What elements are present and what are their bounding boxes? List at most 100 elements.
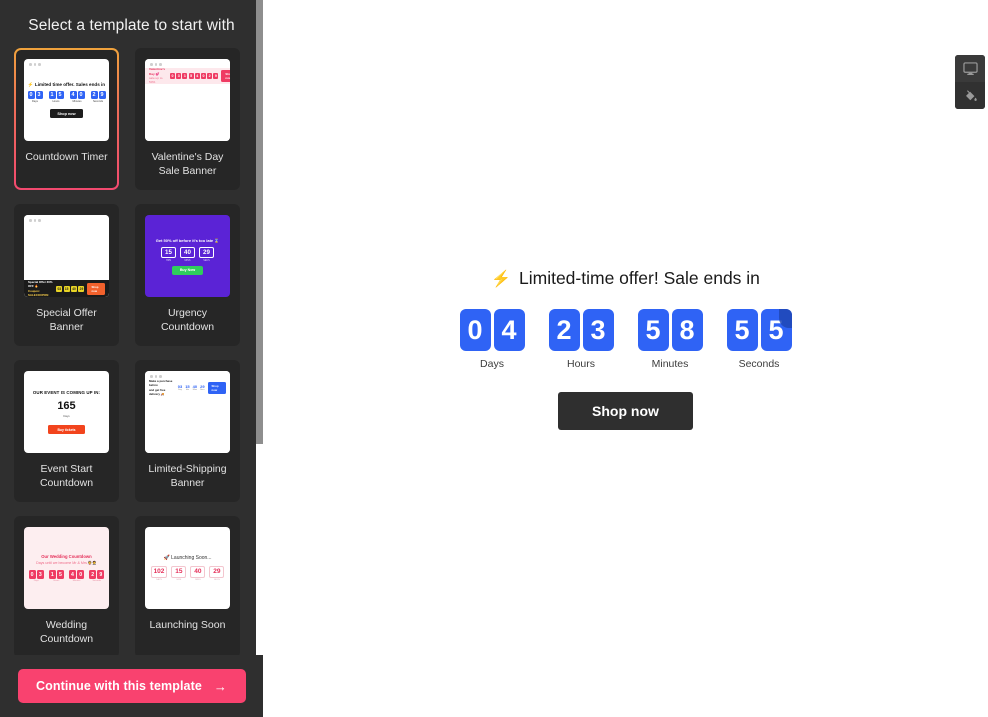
unit-label: MINS [184,258,191,262]
digit-tile: 3 [582,309,614,351]
digit-tile: 29 [199,246,214,258]
template-thumbnail: 🚀 Launching Soon... 102 DAYS 15 HRS 40 MINS 29 S… [145,527,230,609]
lightning-bolt-icon: ⚡ [27,82,34,87]
digit-tile: 29 [209,565,225,578]
digit-group: 55 [726,309,792,351]
template-card[interactable]: Valentine's Day 💕 sale up to 50% 0 3 1 5 4 0 2 9 S… [135,48,240,190]
template-card[interactable]: 🚀 Launching Soon... 102 DAYS 15 HRS 40 MINS 29 S… [135,516,240,658]
digit-tile: 9 [97,570,105,579]
unit-label: HRS [176,579,182,582]
template-label: Wedding Countdown [39,619,94,645]
digit-tile: 2 [90,91,98,99]
digit-tile: 40 [71,285,78,292]
digit-tile: 4 [194,73,200,79]
browser-dots-icon [150,63,162,66]
thumb-unit: 29 SECS [209,565,225,582]
preview-headline-text: Limited-time offer! Sale ends in [519,268,760,288]
digit-tile: 0 [200,73,206,79]
digit-tile: 5 [57,570,64,579]
unit-label: Days [33,579,39,582]
thumb-unit: 1 5 Hours [48,570,64,582]
digit-tile: 0 [27,91,35,99]
unit-label: Minutes [72,579,81,582]
digit-tile: 0 [28,570,36,579]
thumb-cta-button: Shop now [87,282,105,295]
digit-group: 58 [637,309,703,351]
template-thumbnail: Get 50% off before it's too late ⌛ 15 HRS 4… [145,215,230,297]
template-list[interactable]: ⚡ Limited time offer. Sales ends in 0 3 Day… [0,48,263,658]
digit-tile: 40 [190,565,206,578]
unit-label: Secs [200,389,205,391]
template-card[interactable]: Make a purchase before and get free deliv… [135,360,240,502]
thumb-headline: OUR EVENT IS COMING UP IN: [32,390,101,395]
unit-label: Seconds [738,358,780,370]
countdown-unit-minutes: 5 8 Minutes [637,309,703,370]
countdown-unit-days: 0 4 Days [459,309,525,370]
thumb-unit: 29 SECS [199,246,214,262]
digit-tile: 5 [637,309,669,351]
canvas-toolbar [955,55,985,109]
countdown-unit-hours: 2 3 Hours [548,309,614,370]
thumb-unit: 2 9 Seconds [90,91,106,103]
lightning-bolt-icon: ⚡ [491,270,511,288]
browser-dots-icon [150,375,162,378]
sidebar-scrollbar-thumb[interactable] [256,0,263,444]
thumb-cta-button: Shop now [207,381,226,394]
template-thumbnail: Make a purchase before and get free deliv… [145,371,230,453]
digit-tile: 0 [77,570,85,579]
shop-now-button[interactable]: Shop now [558,392,693,430]
digit-tile: 15 [63,285,70,292]
thumb-unit: 40 MINS [180,246,195,262]
thumb-cta-button: Shop now [221,70,230,82]
fill-color-button[interactable] [955,82,985,109]
continue-button-label: Continue with this template [35,679,202,693]
thumb-headline: 🚀 Launching Soon... [163,554,212,561]
thumb-unit: 1 5 Hours [48,91,64,103]
unit-label: Days [32,100,38,103]
template-card[interactable]: Get 50% off before it's too late ⌛ 15 HRS 4… [135,204,240,346]
unit-label: Minutes [72,100,82,103]
unit-label: Days [63,414,70,418]
thumb-unit: 0 3 Days [27,91,43,103]
thumb-unit: 2 9 Seconds [89,570,105,582]
thumb-unit: 15 HRS [171,565,187,582]
template-label: Event Start Countdown [39,463,94,489]
digit-tile: 9 [213,73,219,79]
template-thumbnail: ⚡ Limited time offer. Sales ends in 0 3 Day… [24,59,109,141]
template-card[interactable]: Special Offer 30% OFF 🔥 Coupon: SALECOUPO… [14,204,119,346]
digit-group: 23 [548,309,614,351]
digit-tile: 0 [170,73,176,79]
unit-label: Days [480,358,504,370]
template-card[interactable]: Our Wedding Countdown Days until we becom… [14,516,119,658]
digit-tile: 5 [760,309,792,351]
digit-tile: 9 [98,91,106,99]
unit-label: Seconds [92,100,104,103]
thumb-cta-button: Buy Now [171,265,204,275]
template-label: Valentine's Day Sale Banner [151,151,224,177]
countdown-unit-seconds: 5 5 Seconds [726,309,792,370]
digit-tile: 5 [726,309,758,351]
unit-label: SECS [213,579,220,582]
sidebar-scrollbar-track[interactable] [256,0,263,717]
countdown-value: 165 [57,400,76,412]
template-card[interactable]: ⚡ Limited time offer. Sales ends in 0 3 Day… [14,48,119,190]
template-thumbnail: Our Wedding Countdown Days until we becom… [24,527,109,609]
device-preview-button[interactable] [955,55,985,82]
digit-tile: 4 [69,91,77,99]
thumb-headline: ⚡ Limited time offer. Sales ends in [27,82,106,87]
unit-label: Day [178,389,182,391]
thumb-unit: 40 Mins [193,384,197,391]
continue-with-template-button[interactable]: Continue with this template → [17,669,246,703]
paint-bucket-icon [963,88,978,103]
template-card[interactable]: OUR EVENT IS COMING UP IN: 165 Days Buy tic… [14,360,119,502]
digit-tile: 1 [182,73,188,79]
thumb-headline: Special Offer 30% OFF 🔥 Coupon: SALECOUPO… [28,280,53,297]
digit-tile: 3 [35,91,43,99]
browser-dots-icon [29,63,41,66]
digit-tile: 03 [56,285,63,292]
unit-label: Hours [53,579,60,582]
template-label: Special Offer Banner [36,307,97,333]
unit-label: Mins [192,389,197,391]
thumb-headline: Make a purchase before and get free deliv… [149,379,173,396]
unit-label: Hours [52,100,60,103]
